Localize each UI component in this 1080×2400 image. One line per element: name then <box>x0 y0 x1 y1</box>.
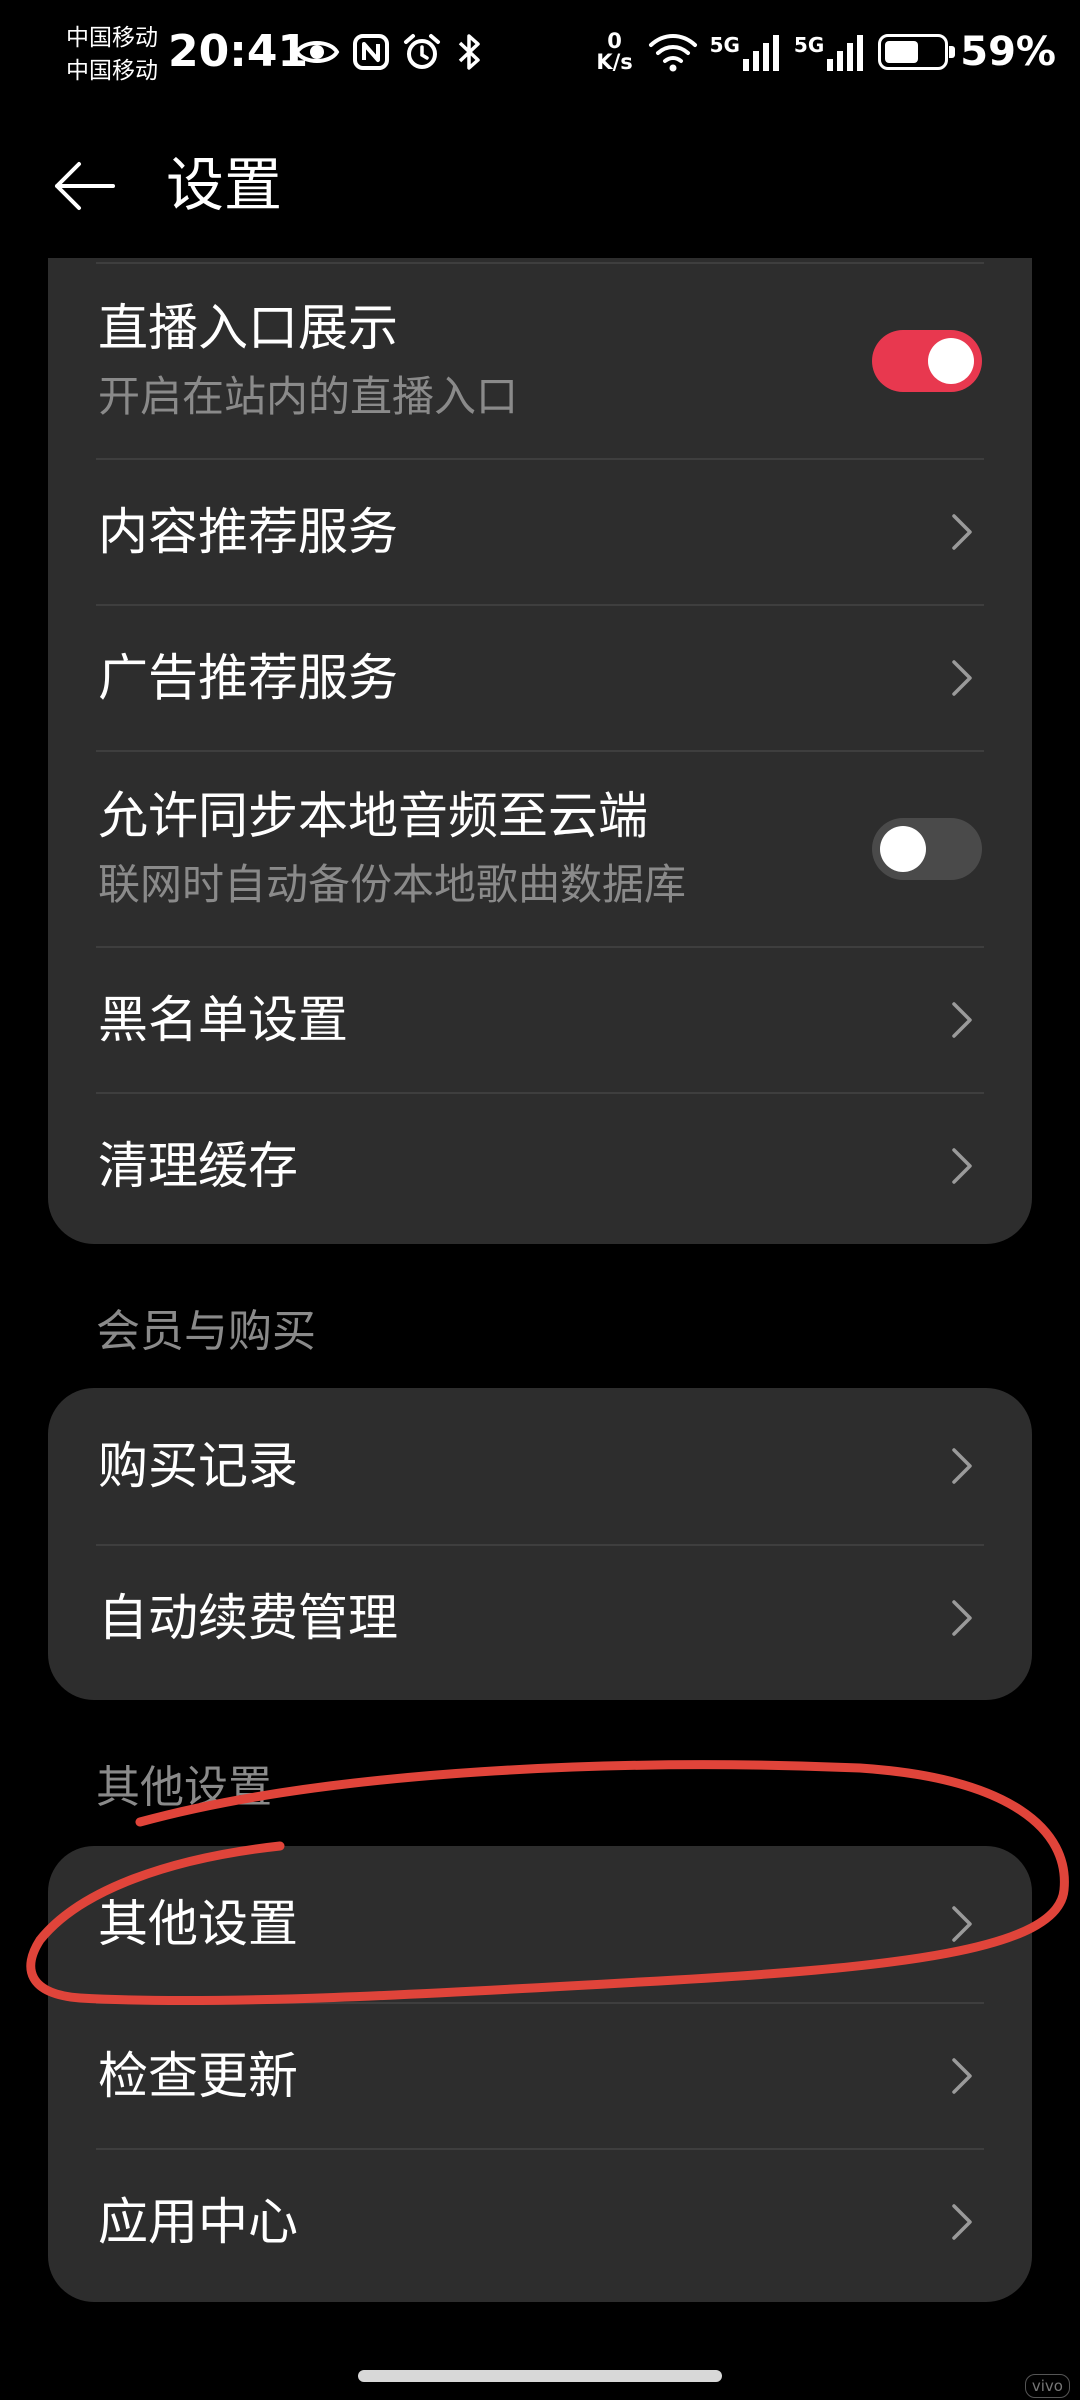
row-auto-renew[interactable]: 自动续费管理 <box>48 1546 1032 1690</box>
signal-icon <box>742 35 779 71</box>
chevron-right-icon <box>942 512 982 552</box>
row-title: 其他设置 <box>98 1895 298 1953</box>
back-button[interactable] <box>36 138 132 234</box>
row-app-center[interactable]: 应用中心 <box>48 2150 1032 2294</box>
signal-2: 5G <box>794 33 866 71</box>
chevron-right-icon <box>942 1000 982 1040</box>
row-title: 检查更新 <box>98 2047 298 2105</box>
chevron-right-icon <box>942 1446 982 1486</box>
row-check-update[interactable]: 检查更新 <box>48 2004 1032 2148</box>
chevron-right-icon <box>942 658 982 698</box>
status-bar: 中国移动 中国移动 20:41 0 K/s 5G 5G 59% <box>0 0 1080 110</box>
battery-icon <box>878 34 956 70</box>
row-title: 应用中心 <box>98 2193 298 2251</box>
alarm-icon <box>404 34 440 69</box>
row-cloud-sync[interactable]: 允许同步本地音频至云端 联网时自动备份本地歌曲数据库 <box>48 752 1032 946</box>
status-icons-right: 0 K/s 5G 5G 59% <box>594 24 1056 80</box>
screen: 中国移动 中国移动 20:41 0 K/s 5G 5G 59% 设置 直播入口展… <box>0 0 1080 2400</box>
toggle-knob <box>880 826 926 872</box>
network-speed: 0 K/s <box>596 29 633 74</box>
row-title: 黑名单设置 <box>98 991 348 1049</box>
app-bar: 设置 <box>0 110 1080 260</box>
chevron-right-icon <box>942 2202 982 2242</box>
row-subtitle: 开启在站内的直播入口 <box>98 372 519 421</box>
watermark: vivo <box>1024 2374 1070 2398</box>
home-indicator[interactable] <box>358 2370 722 2382</box>
page-title: 设置 <box>166 151 283 219</box>
nfc-icon <box>353 34 389 70</box>
row-purchase-records[interactable]: 购买记录 <box>48 1394 1032 1538</box>
row-blacklist[interactable]: 黑名单设置 <box>48 948 1032 1092</box>
battery-level-fill <box>885 41 919 63</box>
row-title: 直播入口展示 <box>98 299 398 357</box>
row-title: 清理缓存 <box>98 1137 298 1195</box>
other-settings-card: 其他设置 检查更新 应用中心 <box>48 1846 1032 2302</box>
arrow-left-icon <box>55 162 115 210</box>
status-icons-left <box>294 28 486 76</box>
row-title: 购买记录 <box>98 1437 298 1495</box>
row-title: 广告推荐服务 <box>98 649 398 707</box>
membership-card: 购买记录 自动续费管理 <box>48 1388 1032 1700</box>
carrier-2: 中国移动 <box>66 58 158 84</box>
divider <box>96 262 984 264</box>
chevron-right-icon <box>942 1904 982 1944</box>
row-ad-recommendation[interactable]: 广告推荐服务 <box>48 606 1032 750</box>
toggle-knob <box>928 338 974 384</box>
general-settings-card: 直播入口展示 开启在站内的直播入口 内容推荐服务 广告推荐服务 允许同步本地音频… <box>48 258 1032 1244</box>
cloud-sync-toggle[interactable] <box>872 818 982 880</box>
row-title: 内容推荐服务 <box>98 503 398 561</box>
row-content-recommendation[interactable]: 内容推荐服务 <box>48 460 1032 604</box>
wifi-icon <box>648 34 697 72</box>
chevron-right-icon <box>942 1598 982 1638</box>
row-title: 自动续费管理 <box>98 1589 398 1647</box>
carrier-1: 中国移动 <box>66 25 158 51</box>
row-subtitle: 联网时自动备份本地歌曲数据库 <box>98 860 687 909</box>
bluetooth-icon <box>458 34 480 70</box>
status-time: 20:41 <box>168 26 309 77</box>
section-header-other: 其他设置 <box>96 1762 272 1813</box>
battery-percent: 59% <box>960 29 1056 75</box>
live-entrance-toggle[interactable] <box>872 330 982 392</box>
chevron-right-icon <box>942 1146 982 1186</box>
row-live-entrance[interactable]: 直播入口展示 开启在站内的直播入口 <box>48 272 1032 450</box>
row-title: 允许同步本地音频至云端 <box>98 787 648 845</box>
section-header-membership: 会员与购买 <box>96 1306 316 1357</box>
carrier-labels: 中国移动 中国移动 <box>66 22 158 88</box>
chevron-right-icon <box>942 2056 982 2096</box>
row-clear-cache[interactable]: 清理缓存 <box>48 1094 1032 1238</box>
eye-icon <box>294 41 340 63</box>
signal-1: 5G <box>710 33 782 71</box>
row-other-settings[interactable]: 其他设置 <box>48 1852 1032 1996</box>
signal-icon <box>827 35 864 71</box>
